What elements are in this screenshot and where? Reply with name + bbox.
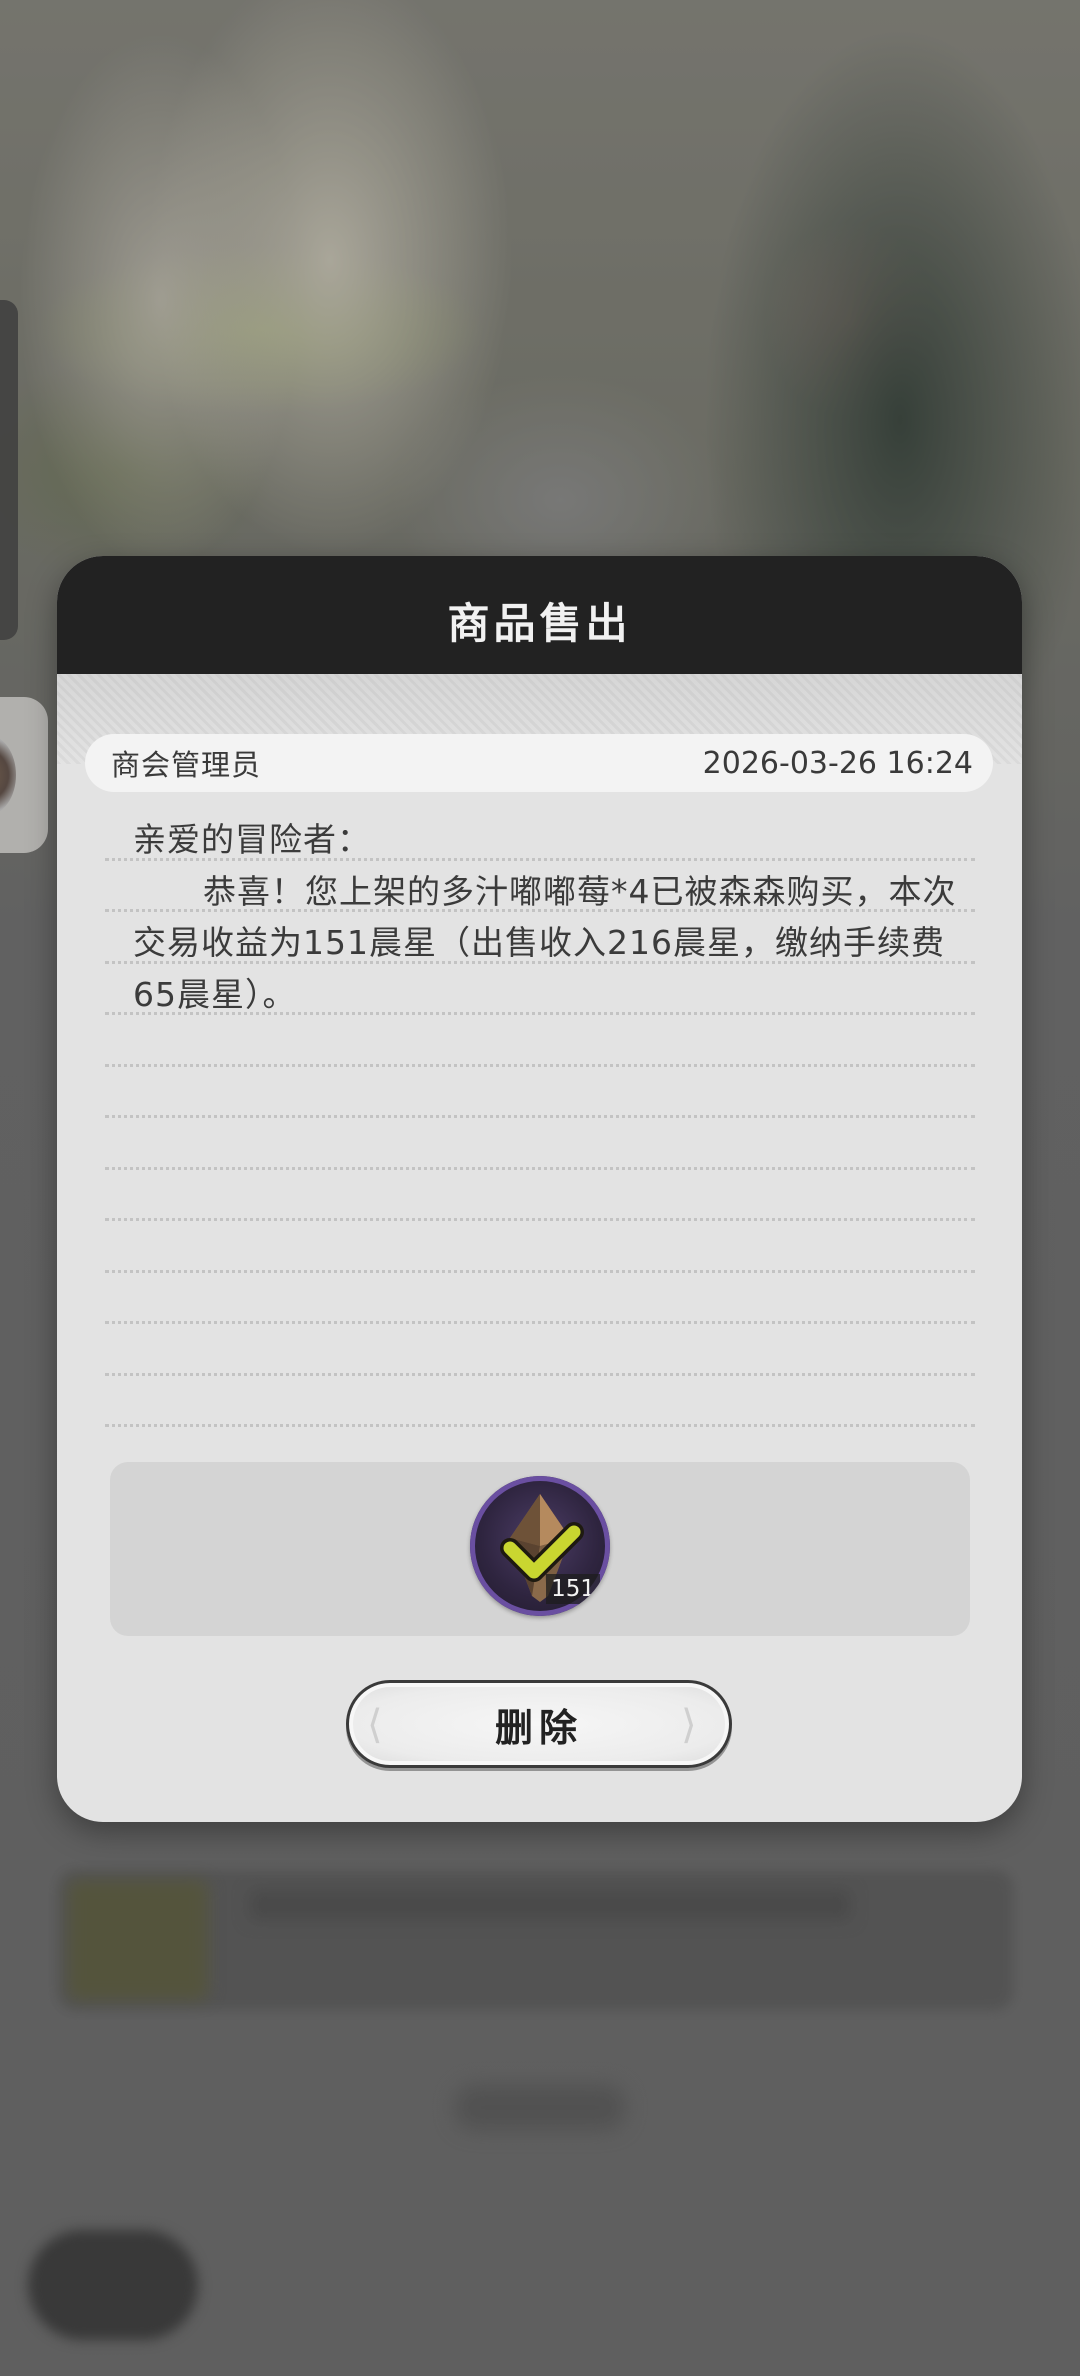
mail-meta-bar: 商会管理员 2026-03-26 16:24: [85, 734, 993, 792]
ruled-line: [105, 1115, 975, 1118]
ruled-line: [105, 1321, 975, 1324]
letter-area: 亲爱的冒险者： 恭喜！您上架的多汁嘟嘟莓*4已被森森购买，本次交易收益为151晨…: [105, 806, 975, 1496]
button-ornament-right-icon: ⟩: [681, 1702, 697, 1748]
dialog-header: 商品售出: [57, 556, 1022, 674]
ruled-line: [105, 1270, 975, 1273]
reward-item[interactable]: 151: [470, 1476, 610, 1616]
delete-button[interactable]: ⟨ 删除 ⟩: [346, 1680, 732, 1768]
mail-sender: 商会管理员: [111, 748, 262, 782]
ruled-line: [105, 1373, 975, 1376]
ruled-line: [105, 1218, 975, 1221]
letter-body: 恭喜！您上架的多汁嘟嘟莓*4已被森森购买，本次交易收益为151晨星（出售收入21…: [133, 871, 957, 1014]
delete-button-label: 删除: [494, 1705, 583, 1750]
button-ornament-left-icon: ⟨: [367, 1702, 383, 1748]
letter-text: 亲爱的冒险者： 恭喜！您上架的多汁嘟嘟莓*4已被森森购买，本次交易收益为151晨…: [133, 814, 963, 1020]
reward-count: 151: [546, 1574, 600, 1604]
mail-dialog: 商品售出 商会管理员 2026-03-26 16:24 亲爱的冒险者： 恭喜！您…: [57, 556, 1022, 1822]
letter-greeting: 亲爱的冒险者：: [133, 820, 371, 859]
ruled-line: [105, 1064, 975, 1067]
ruled-line: [105, 1167, 975, 1170]
mail-timestamp: 2026-03-26 16:24: [702, 745, 973, 781]
ruled-line: [105, 1424, 975, 1427]
screen: 商品售出 商会管理员 2026-03-26 16:24 亲爱的冒险者： 恭喜！您…: [0, 0, 1080, 2376]
dialog-title: 商品售出: [447, 598, 632, 648]
